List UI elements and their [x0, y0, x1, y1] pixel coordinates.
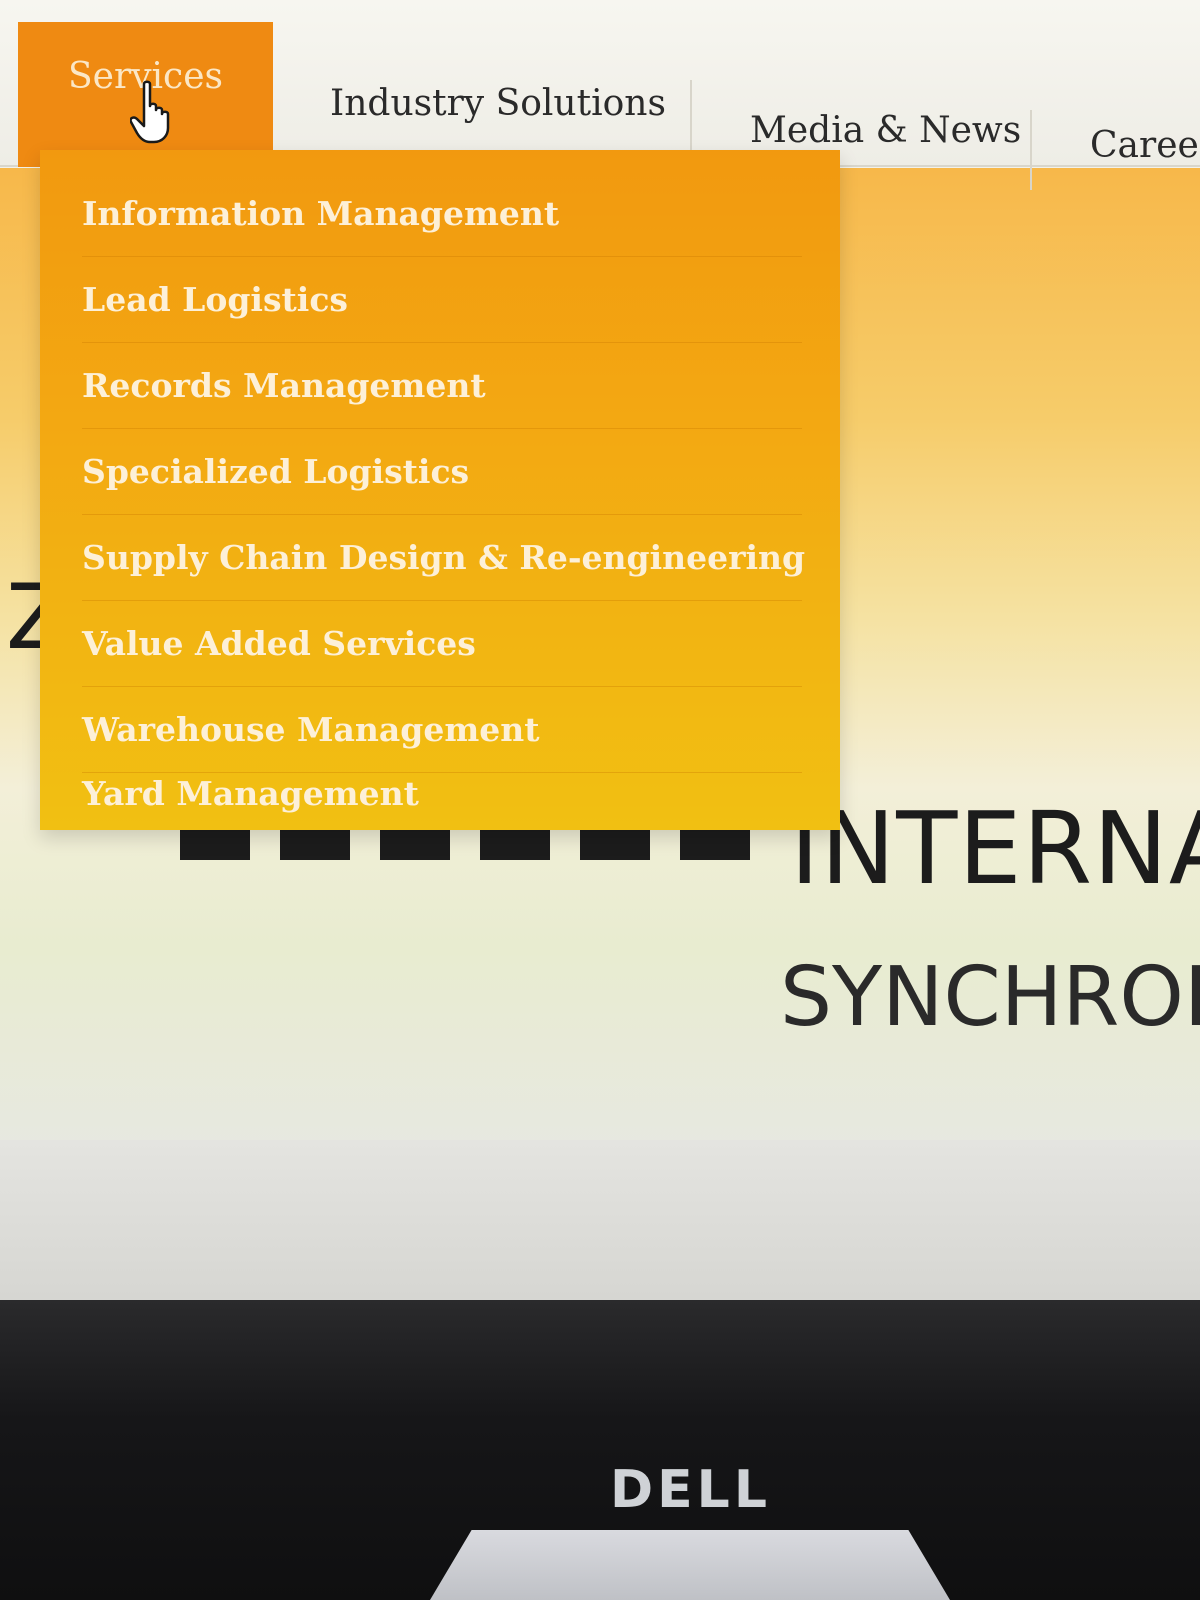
browser-screen: Z INTERNA SYNCHROI Services Industry Sol…: [0, 0, 1200, 1300]
monitor-brand-logo: DELL: [610, 1460, 771, 1520]
services-dropdown-menu: Information Management Lead Logistics Re…: [40, 150, 840, 830]
menu-item-value-added-services[interactable]: Value Added Services: [82, 600, 802, 687]
menu-item-specialized-logistics[interactable]: Specialized Logistics: [82, 428, 802, 515]
hand-cursor-icon: [130, 80, 170, 144]
main-navigation: Services Industry Solutions Media & News…: [0, 0, 1200, 190]
hero-headline: INTERNA: [790, 790, 1200, 907]
hero-subheadline: SYNCHROI: [780, 950, 1200, 1045]
menu-item-yard-management[interactable]: Yard Management: [82, 750, 802, 836]
nav-industry-solutions[interactable]: Industry Solutions: [330, 68, 666, 138]
menu-item-lead-logistics[interactable]: Lead Logistics: [82, 256, 802, 343]
nav-separator: [690, 80, 692, 160]
hero-footer-band: [0, 1140, 1200, 1300]
nav-career[interactable]: Career: [1090, 110, 1200, 180]
menu-item-supply-chain-design[interactable]: Supply Chain Design & Re-engineering: [82, 514, 805, 601]
nav-separator: [1030, 110, 1032, 190]
monitor-stand: [430, 1530, 950, 1600]
menu-item-information-management[interactable]: Information Management: [82, 170, 802, 257]
menu-item-records-management[interactable]: Records Management: [82, 342, 802, 429]
